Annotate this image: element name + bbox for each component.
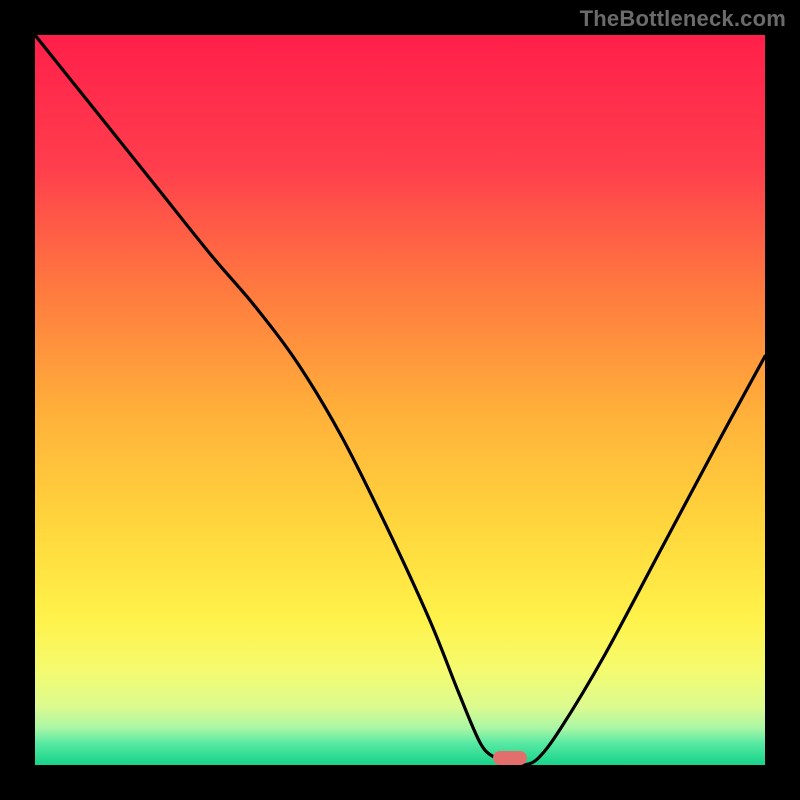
bottleneck-curve <box>35 35 765 765</box>
plot-area <box>35 35 765 765</box>
watermark-text: TheBottleneck.com <box>580 6 786 32</box>
optimal-marker <box>493 751 527 765</box>
chart-frame: TheBottleneck.com <box>0 0 800 800</box>
